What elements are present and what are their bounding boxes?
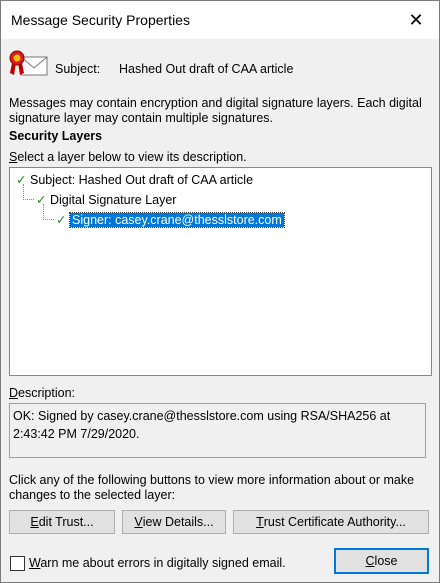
tree-item-label: Signer: casey.crane@thesslstore.com bbox=[69, 212, 285, 228]
check-icon: ✓ bbox=[56, 213, 67, 227]
tree-item-label: Digital Signature Layer bbox=[50, 193, 177, 207]
trust-ca-button[interactable]: Trust Certificate Authority... bbox=[233, 510, 429, 534]
close-button[interactable]: Close bbox=[334, 548, 429, 574]
close-rest: lose bbox=[374, 554, 398, 568]
view-details-rest: iew Details... bbox=[142, 515, 214, 529]
title-bar: Message Security Properties ✕ bbox=[1, 1, 439, 39]
select-layer-label: Select a layer below to view its descrip… bbox=[9, 150, 247, 164]
trust-ca-accel: T bbox=[256, 515, 264, 529]
subject-row: Subject: Hashed Out draft of CAA article bbox=[9, 45, 429, 89]
description-label-accel: D bbox=[9, 386, 19, 400]
view-details-accel: V bbox=[134, 515, 143, 529]
actions-instruction: Click any of the following buttons to vi… bbox=[9, 473, 415, 502]
security-layers-heading: Security Layers bbox=[9, 129, 103, 143]
edit-trust-rest: dit Trust... bbox=[38, 515, 94, 529]
edit-trust-button[interactable]: Edit Trust... bbox=[9, 510, 115, 534]
edit-trust-accel: E bbox=[30, 515, 39, 529]
message-security-dialog: Message Security Properties ✕ Subject: H… bbox=[0, 0, 440, 583]
select-layer-label-rest: elect a layer below to view its descript… bbox=[17, 150, 247, 164]
warn-errors-checkbox[interactable] bbox=[10, 556, 25, 571]
view-details-button[interactable]: View Details... bbox=[122, 510, 226, 534]
tree-item-label: Subject: Hashed Out draft of CAA article bbox=[30, 173, 254, 187]
trust-ca-rest: rust Certificate Authority... bbox=[263, 515, 406, 529]
close-window-button[interactable]: ✕ bbox=[393, 1, 439, 39]
tree-item-subject[interactable]: ✓ Subject: Hashed Out draft of CAA articl… bbox=[16, 171, 253, 189]
warn-rest: arn me about errors in digitally signed … bbox=[40, 556, 286, 570]
check-icon: ✓ bbox=[16, 173, 27, 187]
close-accel: C bbox=[365, 554, 375, 568]
warn-accel: W bbox=[29, 556, 41, 570]
security-layers-tree[interactable]: ✓ Subject: Hashed Out draft of CAA articl… bbox=[9, 167, 432, 376]
tree-item-signature-layer[interactable]: ✓ Digital Signature Layer bbox=[36, 191, 176, 209]
close-icon: ✕ bbox=[408, 9, 424, 30]
subject-value: Hashed Out draft of CAA article bbox=[119, 62, 294, 76]
signed-envelope-icon bbox=[9, 50, 48, 76]
description-label: Description: bbox=[9, 386, 75, 400]
check-icon: ✓ bbox=[36, 193, 47, 207]
description-label-rest: escription: bbox=[18, 386, 76, 400]
warn-errors-label: Warn me about errors in digitally signed… bbox=[29, 556, 286, 570]
description-box: OK: Signed by casey.crane@thesslstore.co… bbox=[9, 403, 426, 458]
info-text: Messages may contain encryption and digi… bbox=[9, 96, 422, 125]
window-title: Message Security Properties bbox=[11, 12, 190, 28]
tree-item-signer[interactable]: ✓ Signer: casey.crane@thesslstore.com bbox=[56, 211, 285, 229]
subject-label: Subject: bbox=[55, 62, 101, 76]
